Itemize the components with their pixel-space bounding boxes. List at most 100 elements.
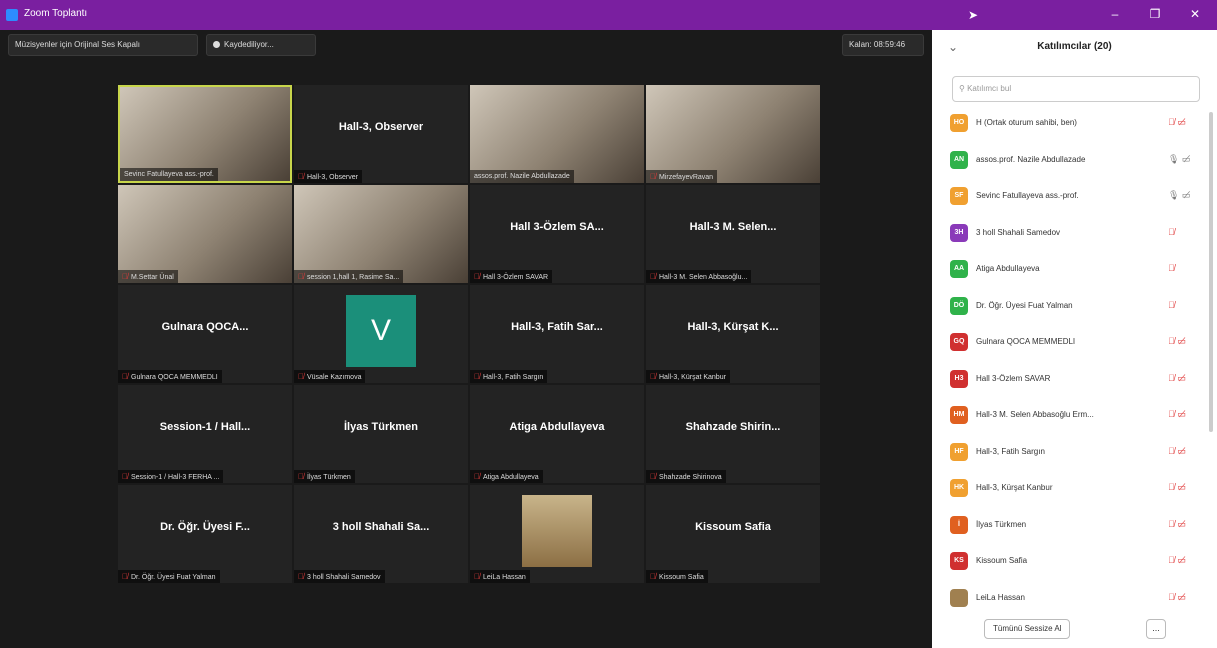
video-tile[interactable]: Hall-3 M. Selen... 🎙̸ Hall-3 M. Selen Abba… (646, 185, 820, 283)
video-tile[interactable]: Dr. Öğr. Üyesi F... 🎙̸ Dr. Öğr. Üyesi Fuat… (118, 485, 292, 583)
close-button[interactable]: ✕ (1180, 4, 1210, 24)
participant-avatar (950, 588, 968, 607)
tile-display-name: Hall-3 M. Selen... (689, 221, 777, 233)
tile-name-label: 🎙̸ Hall-3, Observer (294, 170, 362, 183)
tile-name-text: assos.prof. Nazile Abdullazade (474, 173, 570, 180)
video-tile[interactable]: İlyas Türkmen 🎙̸ İlyas Türkmen (294, 385, 468, 483)
minimize-button[interactable]: – (1100, 4, 1130, 24)
participant-status-icons: 🎙̸ ▭̸ (1168, 591, 1186, 602)
recording-label: Kaydediliyor... (224, 40, 274, 49)
video-tile[interactable]: 🎙̸ MirzefayevRavan (646, 85, 820, 183)
video-tile[interactable]: Hall-3, Kürşat K... 🎙̸ Hall-3, Kürşat Kanb… (646, 285, 820, 383)
tile-name-text: Atiga Abdullayeva (483, 474, 539, 481)
participant-status-icons: 🎙̸ ▭̸ (1168, 117, 1186, 127)
tile-name-label: assos.prof. Nazile Abdullazade (470, 170, 574, 183)
mic-muted-icon: 🎙̸ (650, 572, 656, 581)
tile-name-label: 🎙̸ Hall-3, Fatih Sargın (470, 370, 548, 383)
video-tile[interactable]: V 🎙̸ Vüsale Kazımova (294, 285, 468, 383)
participant-row[interactable]: SF Sevinc Fatullayeva ass.-prof. 🎙 ▭̸ (932, 181, 1212, 211)
participant-row[interactable]: HM Hall-3 M. Selen Abbasoğlu Erm... 🎙̸ ▭̸ (932, 400, 1212, 430)
tile-name-label: 🎙̸ Dr. Öğr. Üyesi Fuat Yalman (118, 570, 220, 583)
video-tile[interactable]: 🎙̸ session 1,hall 1, Rasime Sa... (294, 185, 468, 283)
participant-row[interactable]: DÖ Dr. Öğr. Üyesi Fuat Yalman 🎙̸ (932, 291, 1212, 321)
participant-avatar: GQ (950, 333, 968, 351)
participant-avatar: DÖ (950, 296, 968, 315)
participant-row[interactable]: KS Kissoum Safia 🎙̸ ▭̸ (932, 546, 1212, 576)
video-tile[interactable]: Hall 3-Özlem SA... 🎙̸ Hall 3-Özlem SAVAR (470, 185, 644, 283)
mic-muted-icon: 🎙̸ (298, 172, 304, 181)
video-tile[interactable]: Atiga Abdullayeva 🎙̸ Atiga Abdullayeva (470, 385, 644, 483)
participant-status-icons: 🎙̸ (1168, 226, 1175, 237)
participant-name: H (Ortak oturum sahibi, ben) (976, 118, 1077, 127)
participant-search-input[interactable]: ⚲ Katılımcı bul (952, 76, 1200, 102)
participant-name: Dr. Öğr. Üyesi Fuat Yalman (976, 300, 1073, 310)
participant-status-icons: 🎙 ▭̸ (1168, 190, 1191, 200)
mic-muted-icon: 🎙̸ (122, 572, 128, 581)
participant-list-scrollbar[interactable] (1209, 112, 1213, 432)
tile-display-name: Hall-3, Kürşat K... (687, 321, 779, 333)
mic-muted-icon: 🎙̸ (650, 472, 656, 481)
participant-status-icons: 🎙̸ (1168, 263, 1175, 273)
participant-profile-image (522, 495, 592, 567)
tile-name-label: 🎙̸ Shahzade Shirinova (646, 470, 726, 483)
tile-name-text: Hall-3 M. Selen Abbasoğlu... (659, 274, 748, 281)
tile-name-text: Sevinc Fatullayeva ass.-prof. (124, 171, 214, 178)
tile-name-label: 🎙̸ Hall-3 M. Selen Abbasoğlu... (646, 270, 752, 283)
video-tile[interactable]: 🎙̸ M.Settar Ünal (118, 185, 292, 283)
video-tile[interactable]: Gulnara QOCA... 🎙̸ Gulnara QOCA MEMMEDLI (118, 285, 292, 383)
video-tile[interactable]: Hall-3, Fatih Sar... 🎙̸ Hall-3, Fatih Sarg… (470, 285, 644, 383)
participant-avatar: V (346, 295, 416, 367)
video-tile[interactable]: Hall-3, Observer 🎙̸ Hall-3, Observer (294, 85, 468, 183)
participant-row[interactable]: LeiLa Hassan 🎙̸ ▭̸ (932, 583, 1212, 613)
participant-video (470, 85, 644, 183)
participant-name: İlyas Türkmen (976, 519, 1027, 529)
participant-name: Atiga Abdullayeva (976, 264, 1040, 273)
participant-row[interactable]: 3H 3 holl Shahali Samedov 🎙̸ (932, 218, 1212, 248)
participant-name: Hall-3 M. Selen Abbasoğlu Erm... (976, 410, 1094, 419)
participant-avatar: HK (950, 479, 968, 497)
participant-name: LeiLa Hassan (976, 592, 1025, 602)
tile-name-text: Gulnara QOCA MEMMEDLI (131, 374, 218, 381)
video-gallery: Müzisyenler için Orijinal Ses Kapalı Kay… (0, 30, 932, 648)
tile-name-label: 🎙̸ session 1,hall 1, Rasime Sa... (294, 270, 404, 283)
participant-row[interactable]: İ İlyas Türkmen 🎙̸ ▭̸ (932, 510, 1212, 540)
participant-row[interactable]: GQ Gulnara QOCA MEMMEDLI 🎙̸ ▭̸ (932, 327, 1212, 357)
video-tile[interactable]: assos.prof. Nazile Abdullazade (470, 85, 644, 183)
participant-row[interactable]: AN assos.prof. Nazile Abdullazade 🎙 ▭̸ (932, 145, 1212, 175)
video-tile[interactable]: Sevinc Fatullayeva ass.-prof. (118, 85, 292, 183)
participant-name: Hall 3-Özlem SAVAR (976, 373, 1051, 383)
tile-display-name: 3 holl Shahali Sa... (332, 521, 430, 533)
maximize-button[interactable]: ❐ (1140, 4, 1170, 24)
participant-avatar: AN (950, 150, 968, 169)
title-bar: Zoom Toplantı ➤ – ❐ ✕ (0, 0, 1217, 30)
participant-row[interactable]: HK Hall-3, Kürşat Kanbur 🎙̸ ▭̸ (932, 473, 1212, 503)
mic-muted-icon: 🎙̸ (474, 572, 480, 581)
more-options-button[interactable]: ... (1146, 619, 1166, 639)
tile-name-label: 🎙̸ 3 holl Shahali Samedov (294, 570, 385, 583)
participant-row[interactable]: H3 Hall 3-Özlem SAVAR 🎙̸ ▭̸ (932, 364, 1212, 394)
mute-all-button[interactable]: Tümünü Sessize Al (984, 619, 1071, 639)
tile-display-name: Dr. Öğr. Üyesi F... (160, 521, 250, 533)
tile-name-label: 🎙̸ Gulnara QOCA MEMMEDLI (118, 370, 222, 383)
video-tile[interactable]: 3 holl Shahali Sa... 🎙̸ 3 holl Shahali Sam… (294, 485, 468, 583)
tile-name-text: session 1,hall 1, Rasime Sa... (307, 274, 400, 281)
original-sound-button[interactable]: Müzisyenler için Orijinal Ses Kapalı (8, 34, 198, 56)
tile-name-text: Shahzade Shirinova (659, 474, 722, 481)
participant-row[interactable]: HO H (Ortak oturum sahibi, ben) 🎙̸ ▭̸ (932, 108, 1212, 138)
video-tile[interactable]: Session-1 / Hall... 🎙̸ Session-1 / Hall-3 … (118, 385, 292, 483)
mic-muted-icon: 🎙̸ (122, 372, 128, 381)
participant-video (646, 85, 820, 183)
participants-title: Katılımcılar (20) (1037, 41, 1112, 52)
video-tile[interactable]: Shahzade Shirin... 🎙̸ Shahzade Shirinova (646, 385, 820, 483)
participant-avatar: İ (950, 515, 968, 534)
participant-row[interactable]: HF Hall-3, Fatih Sargın 🎙̸ ▭̸ (932, 437, 1212, 467)
participant-avatar: H3 (950, 369, 968, 388)
video-tile[interactable]: Kissoum Safia 🎙̸ Kissoum Safia (646, 485, 820, 583)
tile-display-name: Hall-3, Fatih Sar... (511, 321, 603, 333)
participant-name: Sevinc Fatullayeva ass.-prof. (976, 191, 1079, 200)
participant-row[interactable]: AA Atiga Abdullayeva 🎙̸ (932, 254, 1212, 284)
video-tile[interactable]: 🎙̸ LeiLa Hassan (470, 485, 644, 583)
tile-name-text: Kissoum Safia (659, 574, 704, 581)
recording-indicator[interactable]: Kaydediliyor... (206, 34, 316, 56)
mic-muted-icon: 🎙̸ (298, 372, 304, 381)
